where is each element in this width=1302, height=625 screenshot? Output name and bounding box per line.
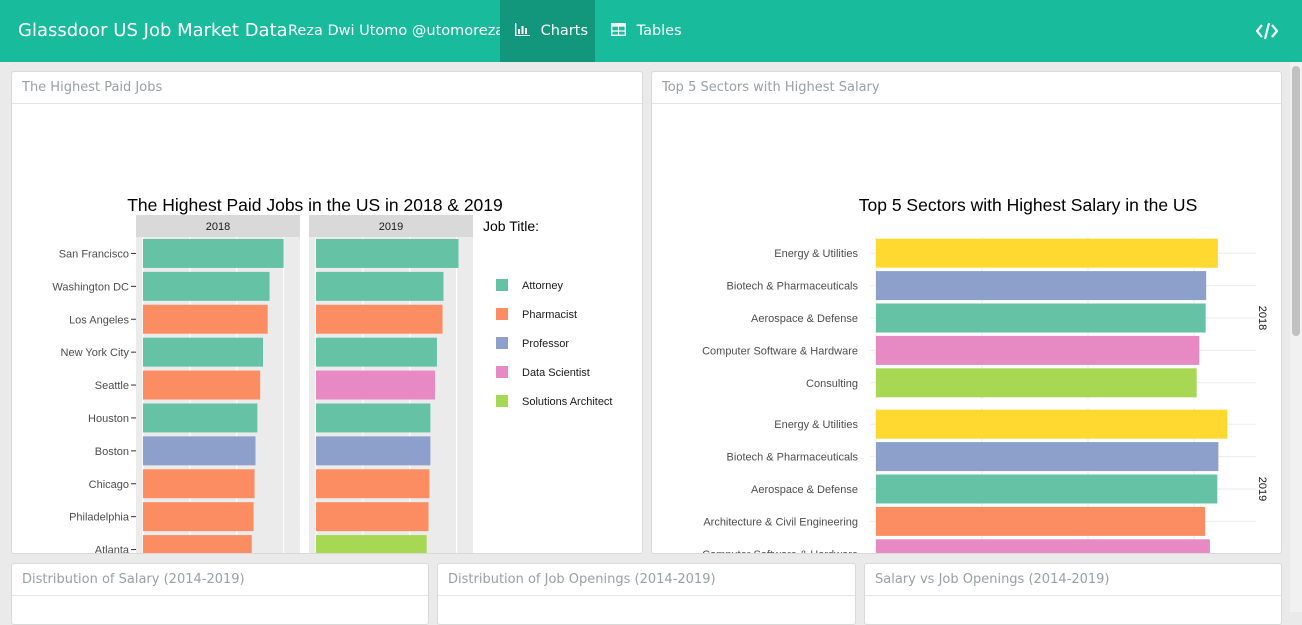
y-tick-label: Atlanta: [95, 545, 130, 553]
top-sectors-chart: Top 5 Sectors with Highest Salary in the…: [702, 195, 1268, 553]
bar: [876, 539, 1210, 553]
bar: [143, 337, 263, 367]
bar: [316, 502, 429, 532]
y-tick-label: Consulting: [806, 378, 858, 390]
y-tick-label: Energy & Utilities: [774, 248, 858, 260]
facet-label: 2019: [1256, 477, 1268, 501]
bar: [876, 474, 1218, 504]
chart-title: The Highest Paid Jobs in the US in 2018 …: [127, 195, 503, 215]
y-tick-label: New York City: [61, 347, 130, 359]
bar: [143, 436, 256, 466]
chart-title: Top 5 Sectors with Highest Salary in the…: [859, 195, 1198, 215]
facet-label: 2019: [379, 221, 403, 233]
bar: [876, 442, 1219, 472]
scrollbar-thumb[interactable]: [1292, 66, 1300, 336]
card-title: Distribution of Salary (2014-2019): [12, 564, 428, 596]
y-tick-label: Philadelphia: [69, 512, 130, 524]
table-icon: [596, 22, 637, 39]
bar: [876, 238, 1218, 268]
bar: [316, 535, 427, 553]
bar: [876, 409, 1228, 439]
author-label: Reza Dwi Utomo @utomoreza: [288, 23, 505, 39]
bar-chart-icon: [500, 22, 541, 39]
app-title[interactable]: Glassdoor US Job Market Data: [18, 0, 288, 62]
tab-charts[interactable]: Charts: [500, 0, 595, 62]
bar: [143, 370, 261, 400]
y-tick-label: Los Angeles: [69, 314, 129, 326]
bar: [316, 337, 437, 367]
card-title: Salary vs Job Openings (2014-2019): [865, 564, 1281, 596]
y-tick-label: Aerospace & Defense: [751, 484, 858, 496]
legend-label: Pharmacist: [522, 309, 577, 321]
bar: [316, 403, 431, 433]
y-tick-label: Biotech & Pharmaceuticals: [727, 452, 859, 464]
bar: [143, 271, 270, 301]
card-highest-paid-jobs: The Highest Paid Jobs The Highest Paid J…: [11, 71, 643, 554]
y-tick-label: Energy & Utilities: [774, 419, 858, 431]
legend-label: Data Scientist: [522, 367, 590, 379]
tab-tables[interactable]: Tables: [596, 0, 691, 62]
legend-swatch: [496, 308, 508, 320]
y-tick-label: Washington DC: [52, 281, 129, 293]
navbar: Glassdoor US Job Market Data Reza Dwi Ut…: [0, 0, 1302, 62]
bar: [876, 271, 1207, 301]
bar: [316, 238, 459, 268]
card-top-sectors: Top 5 Sectors with Highest Salary Top 5 …: [651, 71, 1282, 554]
tab-charts-label: Charts: [540, 23, 589, 39]
bar: [876, 335, 1200, 365]
y-tick-label: Biotech & Pharmaceuticals: [727, 281, 859, 293]
page-scrollbar[interactable]: [1290, 62, 1302, 612]
card-salary-distribution: Distribution of Salary (2014-2019): [11, 563, 429, 625]
card-title: Distribution of Job Openings (2014-2019): [438, 564, 855, 596]
card-job-openings-distribution: Distribution of Job Openings (2014-2019): [437, 563, 856, 625]
y-tick-label: Seattle: [95, 380, 129, 392]
y-tick-label: Chicago: [89, 479, 129, 491]
bar: [316, 469, 430, 499]
code-icon[interactable]: [1255, 21, 1279, 41]
bar: [143, 502, 254, 532]
facet-label: 2018: [206, 221, 230, 233]
bar: [316, 436, 431, 466]
y-tick-label: Boston: [95, 446, 129, 458]
y-tick-label: Computer Software & Hardware: [702, 549, 858, 553]
legend-swatch: [496, 279, 508, 291]
tab-tables-label: Tables: [636, 23, 682, 39]
card-title: The Highest Paid Jobs: [12, 72, 642, 104]
y-tick-label: Architecture & Civil Engineering: [703, 516, 858, 528]
bar: [143, 403, 258, 433]
card-title: Top 5 Sectors with Highest Salary: [652, 72, 1281, 104]
bar: [143, 304, 268, 334]
legend-label: Professor: [522, 338, 569, 350]
bar: [316, 271, 444, 301]
legend-swatch: [496, 395, 508, 407]
card-salary-vs-openings: Salary vs Job Openings (2014-2019): [864, 563, 1282, 625]
highest-paid-jobs-chart: The Highest Paid Jobs in the US in 2018 …: [52, 195, 613, 553]
bar: [876, 303, 1206, 333]
y-tick-label: Houston: [88, 413, 129, 425]
facet-label: 2018: [1256, 306, 1268, 330]
bar: [876, 506, 1206, 536]
bar: [143, 535, 252, 553]
bar: [876, 368, 1197, 398]
bar: [316, 304, 443, 334]
bar: [143, 238, 284, 268]
legend-swatch: [496, 366, 508, 378]
legend-label: Attorney: [522, 280, 563, 292]
bar: [316, 370, 436, 400]
legend-title: Job Title:: [483, 218, 539, 234]
bar: [143, 469, 255, 499]
legend-label: Solutions Architect: [522, 396, 613, 408]
y-tick-label: Computer Software & Hardware: [702, 345, 858, 357]
y-tick-label: Aerospace & Defense: [751, 313, 858, 325]
y-tick-label: San Francisco: [59, 248, 129, 260]
legend-swatch: [496, 337, 508, 349]
